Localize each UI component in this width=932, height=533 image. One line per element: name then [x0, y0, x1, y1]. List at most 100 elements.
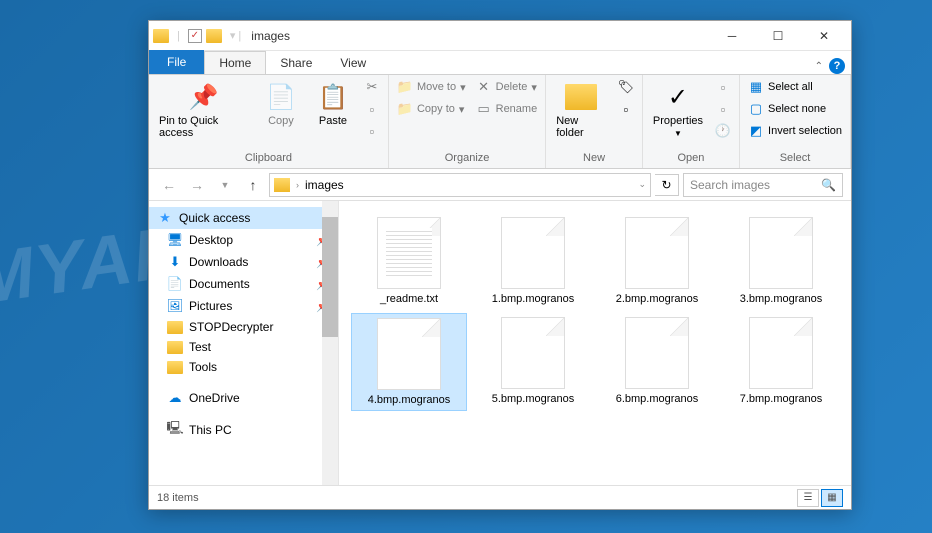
- refresh-button[interactable]: ↻: [655, 174, 679, 196]
- ribbon-group-clipboard: 📌 Pin to Quick access 📄 Copy 📋 Paste ✂ ▫…: [149, 75, 389, 168]
- scrollbar-thumb[interactable]: [322, 217, 338, 337]
- copy-button[interactable]: 📄 Copy: [256, 77, 306, 131]
- copy-path-button[interactable]: ▫: [360, 99, 384, 119]
- cut-button[interactable]: ✂: [360, 77, 384, 97]
- tab-home[interactable]: Home: [204, 51, 266, 74]
- copy-to-icon: 📁: [397, 101, 413, 117]
- ribbon-group-select: ▦Select all ▢Select none ◩Invert selecti…: [740, 75, 851, 168]
- ribbon: 📌 Pin to Quick access 📄 Copy 📋 Paste ✂ ▫…: [149, 75, 851, 169]
- edit-icon: ▫: [715, 101, 731, 117]
- file-item[interactable]: 1.bmp.mogranos: [475, 213, 591, 309]
- history-icon: 🕐: [715, 123, 731, 139]
- maximize-button[interactable]: ☐: [755, 21, 801, 51]
- up-button[interactable]: ↑: [241, 173, 265, 197]
- sidebar-item-folder[interactable]: STOPDecrypter: [149, 317, 338, 337]
- group-label: New: [550, 150, 638, 166]
- window-controls: ─ ☐ ✕: [709, 21, 847, 51]
- paste-icon: 📋: [317, 81, 349, 113]
- sidebar-item-onedrive[interactable]: ☁OneDrive: [149, 387, 338, 409]
- search-box[interactable]: Search images 🔍: [683, 173, 843, 197]
- close-button[interactable]: ✕: [801, 21, 847, 51]
- paste-button[interactable]: 📋 Paste: [308, 77, 358, 131]
- collapse-ribbon-icon[interactable]: ⌃: [815, 61, 823, 72]
- sidebar-item-label: Downloads: [189, 255, 248, 269]
- sidebar-scrollbar[interactable]: [322, 201, 338, 485]
- folder-icon: [167, 321, 183, 334]
- pin-quick-access-button[interactable]: 📌 Pin to Quick access: [153, 77, 254, 143]
- chevron-right-icon: ›: [296, 180, 299, 190]
- file-thumbnail: [625, 217, 689, 289]
- history-button[interactable]: 🕐: [711, 121, 735, 141]
- sidebar-item-documents[interactable]: 📄Documents📌: [149, 273, 338, 295]
- file-list[interactable]: _readme.txt 1.bmp.mogranos2.bmp.mogranos3…: [339, 201, 851, 485]
- file-thumbnail: [749, 317, 813, 389]
- edit-button[interactable]: ▫: [711, 99, 735, 119]
- invert-icon: ◩: [748, 123, 764, 139]
- sidebar-item-desktop[interactable]: 🖥Desktop📌: [149, 229, 338, 251]
- file-item[interactable]: 7.bmp.mogranos: [723, 313, 839, 411]
- select-all-button[interactable]: ▦Select all: [744, 77, 846, 97]
- select-none-icon: ▢: [748, 101, 764, 117]
- tab-share[interactable]: Share: [266, 52, 326, 74]
- details-view-button[interactable]: ☰: [797, 489, 819, 507]
- back-button[interactable]: ←: [157, 173, 181, 197]
- copy-to-button[interactable]: 📁Copy to ▾: [393, 99, 470, 119]
- file-name: _readme.txt: [380, 293, 438, 305]
- folder-icon: [153, 29, 169, 43]
- rename-button[interactable]: ▭Rename: [472, 99, 542, 119]
- file-item[interactable]: 4.bmp.mogranos: [351, 313, 467, 411]
- delete-button[interactable]: ✕Delete ▾: [472, 77, 542, 97]
- file-item[interactable]: 3.bmp.mogranos: [723, 213, 839, 309]
- paste-shortcut-button[interactable]: ▫: [360, 121, 384, 141]
- sidebar-item-thispc[interactable]: 🖳This PC: [149, 419, 338, 441]
- forward-button[interactable]: →: [185, 173, 209, 197]
- button-label: New folder: [556, 115, 606, 139]
- help-icon[interactable]: ?: [829, 58, 845, 74]
- icons-view-button[interactable]: ▦: [821, 489, 843, 507]
- open-button[interactable]: ▫: [711, 77, 735, 97]
- ribbon-group-organize: 📁Move to ▾ 📁Copy to ▾ ✕Delete ▾ ▭Rename …: [389, 75, 546, 168]
- new-folder-button[interactable]: New folder: [550, 77, 612, 143]
- new-item-button[interactable]: 🏷: [614, 77, 638, 97]
- file-item[interactable]: _readme.txt: [351, 213, 467, 309]
- file-thumbnail: [377, 318, 441, 390]
- group-label: Organize: [393, 150, 541, 166]
- pc-icon: 🖳: [167, 422, 183, 438]
- file-thumbnail: [501, 317, 565, 389]
- downloads-icon: ⬇: [167, 254, 183, 270]
- sidebar-item-downloads[interactable]: ⬇Downloads📌: [149, 251, 338, 273]
- search-placeholder: Search images: [690, 178, 770, 192]
- sidebar-item-label: Quick access: [179, 211, 250, 225]
- rename-icon: ▭: [476, 101, 492, 117]
- minimize-button[interactable]: ─: [709, 21, 755, 51]
- button-label: Properties: [653, 115, 703, 127]
- address-box[interactable]: › images ⌄: [269, 173, 651, 197]
- chevron-down-icon: ▼: [674, 129, 682, 138]
- move-to-button[interactable]: 📁Move to ▾: [393, 77, 470, 97]
- sidebar-item-folder[interactable]: Tools: [149, 357, 338, 377]
- file-item[interactable]: 5.bmp.mogranos: [475, 313, 591, 411]
- select-none-button[interactable]: ▢Select none: [744, 99, 846, 119]
- check-icon[interactable]: ✓: [188, 29, 202, 43]
- properties-button[interactable]: ✓ Properties ▼: [647, 77, 709, 142]
- sidebar-item-label: OneDrive: [189, 391, 240, 405]
- tab-view[interactable]: View: [326, 52, 380, 74]
- file-thumbnail: [377, 217, 441, 289]
- invert-selection-button[interactable]: ◩Invert selection: [744, 121, 846, 141]
- file-item[interactable]: 6.bmp.mogranos: [599, 313, 715, 411]
- shortcut-icon: ▫: [364, 123, 380, 139]
- address-bar: ← → ▼ ↑ › images ⌄ ↻ Search images 🔍: [149, 169, 851, 201]
- sidebar-item-folder[interactable]: Test: [149, 337, 338, 357]
- file-item[interactable]: 2.bmp.mogranos: [599, 213, 715, 309]
- chevron-down-icon[interactable]: ⌄: [638, 179, 646, 190]
- tab-file[interactable]: File: [149, 50, 204, 74]
- ribbon-tabs: File Home Share View ⌃ ?: [149, 51, 851, 75]
- open-icon: ▫: [715, 79, 731, 95]
- sidebar-item-pictures[interactable]: 🖼Pictures📌: [149, 295, 338, 317]
- recent-button[interactable]: ▼: [213, 173, 237, 197]
- documents-icon: 📄: [167, 276, 183, 292]
- easy-access-button[interactable]: ▫: [614, 99, 638, 119]
- easy-access-icon: ▫: [618, 101, 634, 117]
- sidebar-item-quickaccess[interactable]: ★Quick access: [149, 207, 338, 229]
- address-path: images: [305, 178, 344, 192]
